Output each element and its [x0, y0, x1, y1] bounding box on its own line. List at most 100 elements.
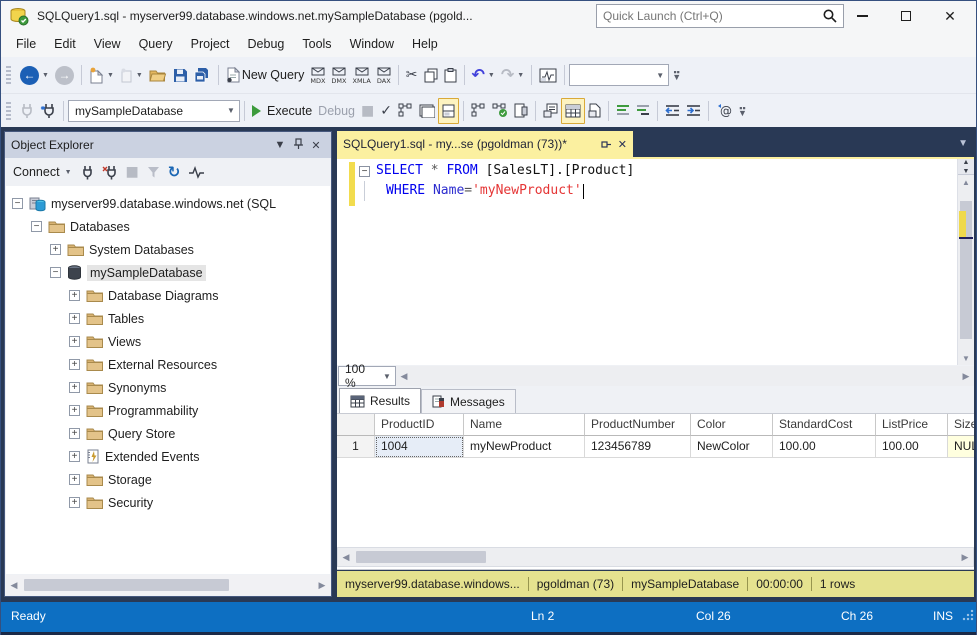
grid-cell[interactable]: myNewProduct: [464, 436, 585, 458]
outline-collapse-icon[interactable]: −: [359, 166, 370, 177]
expand-icon[interactable]: +: [69, 359, 80, 370]
activity-monitor-button[interactable]: [536, 62, 560, 88]
resize-grip[interactable]: [962, 609, 974, 621]
search-icon[interactable]: [822, 8, 838, 24]
tab-pin-icon[interactable]: [601, 139, 612, 150]
expand-icon[interactable]: +: [69, 428, 80, 439]
tree-node-label[interactable]: Query Store: [108, 427, 175, 441]
menu-help[interactable]: Help: [403, 33, 447, 55]
status-column[interactable]: Col 26: [696, 609, 731, 623]
connect-button[interactable]: Connect▼: [9, 163, 76, 181]
oe-stop-icon[interactable]: ■: [123, 159, 142, 185]
tree-node-security[interactable]: + Security: [6, 491, 330, 514]
split-window-grabber[interactable]: ▲▼: [958, 159, 974, 175]
mdx-query-button[interactable]: MDX: [307, 62, 328, 88]
expand-icon[interactable]: +: [69, 451, 80, 462]
tree-node-tables[interactable]: + Tables: [6, 307, 330, 330]
execute-button[interactable]: Execute: [249, 98, 315, 124]
results-hscrollbar[interactable]: ◀ ▶: [337, 547, 974, 567]
menu-edit[interactable]: Edit: [45, 33, 85, 55]
toolbar-overflow[interactable]: ▪▪▼: [669, 62, 684, 88]
tree-node-label[interactable]: Programmability: [108, 404, 198, 418]
combo-dropdown-icon[interactable]: ▼: [223, 101, 239, 121]
tree-node-synonyms[interactable]: +Synonyms: [6, 376, 330, 399]
live-statistics-icon[interactable]: [489, 98, 511, 124]
grid-cell[interactable]: 123456789: [585, 436, 691, 458]
column-header-ProductNumber[interactable]: ProductNumber: [585, 414, 691, 436]
tree-node-label[interactable]: External Resources: [108, 358, 217, 372]
grid-cell[interactable]: NULL: [948, 436, 974, 458]
status-char[interactable]: Ch 26: [841, 609, 873, 623]
quick-launch-box[interactable]: [596, 4, 844, 28]
tree-node-storage[interactable]: +Storage: [6, 468, 330, 491]
menu-query[interactable]: Query: [130, 33, 182, 55]
menu-project[interactable]: Project: [182, 33, 239, 55]
toolbar-combo[interactable]: ▼: [569, 64, 669, 86]
connect-icon[interactable]: [17, 98, 37, 124]
tree-node-label[interactable]: myserver99.database.windows.net (SQL: [51, 197, 276, 211]
document-tab[interactable]: SQLQuery1.sql - my...se (pgoldman (73))*…: [337, 131, 633, 157]
dmx-query-button[interactable]: DMX: [328, 62, 349, 88]
tree-node-system-databases[interactable]: +System Databases: [6, 238, 330, 261]
status-line[interactable]: Ln 2: [531, 609, 554, 623]
column-header-Name[interactable]: Name: [464, 414, 585, 436]
navigate-forward-button[interactable]: →: [52, 62, 77, 88]
tree-node-label[interactable]: Synonyms: [108, 381, 166, 395]
tree-node-label[interactable]: Databases: [70, 220, 130, 234]
oe-disconnect-icon[interactable]: [99, 159, 121, 185]
column-header-Size[interactable]: Size: [948, 414, 974, 436]
tab-results[interactable]: Results: [339, 388, 421, 413]
add-item-button[interactable]: ▼: [117, 62, 146, 88]
xmla-query-button[interactable]: XMLA: [350, 62, 374, 88]
tree-node-extended-events[interactable]: + Extended Events: [6, 445, 330, 468]
tree-node-database-diagrams[interactable]: +Database Diagrams: [6, 284, 330, 307]
toolbar-overflow[interactable]: ▪▪▼: [735, 98, 750, 124]
grid-cell[interactable]: 100.00: [876, 436, 948, 458]
navigate-back-button[interactable]: ←▼: [17, 62, 52, 88]
menu-window[interactable]: Window: [341, 33, 403, 55]
activity-monitor-icon[interactable]: [185, 159, 208, 185]
menu-debug[interactable]: Debug: [239, 33, 294, 55]
tree-node-label[interactable]: Security: [108, 496, 153, 510]
expand-icon[interactable]: +: [69, 405, 80, 416]
code-area[interactable]: −SELECT * FROM [SalesLT].[Product]WHERE …: [359, 161, 634, 201]
cut-button[interactable]: ✂: [403, 62, 421, 88]
column-header-StandardCost[interactable]: StandardCost: [773, 414, 876, 436]
results-to-text-icon[interactable]: [540, 98, 561, 124]
tab-messages[interactable]: Messages: [421, 389, 516, 413]
new-query-button[interactable]: New Query: [223, 62, 308, 88]
template-parameters-icon[interactable]: @: [713, 98, 735, 124]
expand-icon[interactable]: +: [69, 497, 80, 508]
grid-cell[interactable]: NewColor: [691, 436, 773, 458]
code-line-2[interactable]: WHERE Name='myNewProduct': [359, 181, 634, 201]
oe-connect-icon[interactable]: [78, 159, 97, 185]
expand-icon[interactable]: +: [69, 313, 80, 324]
column-header-ListPrice[interactable]: ListPrice: [876, 414, 948, 436]
collapse-icon[interactable]: −: [12, 198, 23, 209]
tree-node-label[interactable]: Tables: [108, 312, 144, 326]
tree-node-label[interactable]: Database Diagrams: [108, 289, 218, 303]
tree-node-label[interactable]: Extended Events: [105, 450, 200, 464]
code-line-1[interactable]: −SELECT * FROM [SalesLT].[Product]: [359, 161, 634, 181]
increase-indent-icon[interactable]: [683, 98, 704, 124]
tree-node-label[interactable]: Storage: [108, 473, 152, 487]
tree-node-query-store[interactable]: + Query Store: [6, 422, 330, 445]
scroll-right-icon[interactable]: ▶: [957, 552, 973, 563]
close-button[interactable]: ✕: [929, 1, 971, 31]
menu-view[interactable]: View: [85, 33, 130, 55]
minimize-button[interactable]: [841, 1, 883, 31]
pin-icon[interactable]: [289, 138, 307, 153]
intellisense-enabled-icon[interactable]: [438, 98, 459, 124]
collapse-icon[interactable]: −: [31, 221, 42, 232]
new-project-button[interactable]: ▼: [86, 62, 117, 88]
scroll-left-icon[interactable]: ◀: [396, 371, 412, 382]
stop-button[interactable]: ■: [358, 98, 377, 124]
expand-icon[interactable]: +: [69, 336, 80, 347]
column-header-ProductID[interactable]: ProductID: [375, 414, 464, 436]
expand-icon[interactable]: +: [50, 244, 61, 255]
scroll-left-icon[interactable]: ◀: [6, 580, 22, 591]
parse-button[interactable]: ✓: [377, 98, 395, 124]
tree-node-label[interactable]: mySampleDatabase: [87, 265, 206, 281]
panel-menu-icon[interactable]: ▼: [271, 139, 289, 151]
toolbar-grip[interactable]: [6, 66, 11, 84]
